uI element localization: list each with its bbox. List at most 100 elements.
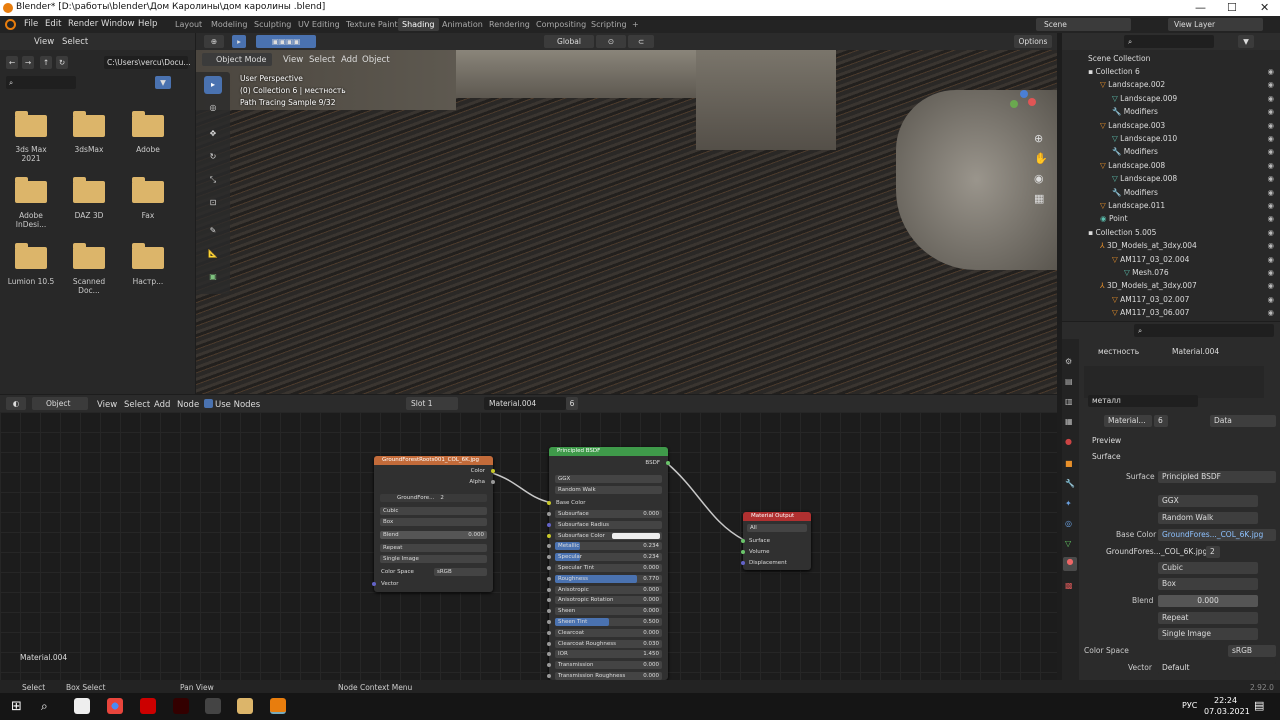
visibility-eye-icon[interactable]: ◉ [1267, 119, 1274, 132]
close-button[interactable]: ✕ [1260, 1, 1269, 14]
bsdf-input-row[interactable]: Clearcoat 0.000 [555, 628, 662, 637]
bsdf-input-socket[interactable] [547, 555, 551, 560]
explorer-icon[interactable] [237, 698, 253, 714]
link-selector[interactable]: Data [1210, 415, 1276, 427]
preview-panel-header[interactable]: Preview [1092, 435, 1121, 447]
bsdf-input-row[interactable]: Sheen Tint 0.500 [555, 618, 662, 626]
surface-socket[interactable] [741, 539, 745, 543]
vp-add-menu[interactable]: Add [341, 55, 357, 65]
tab-modeling[interactable]: Modeling [207, 18, 251, 31]
ne-view-menu[interactable]: View [97, 400, 117, 410]
folder-item[interactable]: Adobe InDesi... [6, 177, 56, 229]
principled-bsdf-node[interactable]: Principled BSDF BSDF GGX Random Walk Bas… [547, 447, 670, 680]
vector-socket[interactable] [372, 582, 376, 586]
vp-view-menu[interactable]: View [283, 55, 303, 65]
camera-app-icon[interactable] [205, 698, 221, 714]
base-color-socket[interactable] [547, 501, 551, 505]
outliner-row[interactable]: ⅄ 3D_Models_at_3dxy.007 ◉ [1062, 279, 1280, 292]
outliner-row[interactable]: ▽ Mesh.076 ◉ [1062, 266, 1280, 279]
folder-item[interactable]: Lumion 10.5 [6, 243, 56, 286]
cursor-tool-icon[interactable]: ◎ [204, 99, 222, 117]
search-icon[interactable]: ⌕ [41, 699, 48, 714]
visibility-eye-icon[interactable]: ◉ [1267, 212, 1274, 225]
add-cube-tool-icon[interactable]: ▣ [204, 268, 222, 286]
pan-hand-icon[interactable]: ✋ [1034, 152, 1048, 165]
zoom-icon[interactable]: ⊕ [1034, 132, 1043, 145]
bsdf-input-socket[interactable] [547, 544, 551, 549]
image-datablock[interactable]: GroundFores..._COL_6K.jpg [1102, 546, 1207, 558]
forward-icon[interactable]: → [22, 56, 34, 69]
outliner-row[interactable]: ▽ AM117_03_02.004 ◉ [1062, 253, 1280, 266]
texture-tab-icon[interactable]: ▩ [1065, 581, 1073, 590]
scale-tool-icon[interactable]: ⤡ [204, 171, 222, 189]
material-output-node[interactable]: Material Output All Surface Volume Displ… [741, 512, 811, 570]
bsdf-input-socket[interactable] [547, 566, 551, 570]
visibility-eye-icon[interactable]: ◉ [1267, 199, 1274, 212]
visibility-eye-icon[interactable]: ◉ [1267, 145, 1274, 158]
outliner-row[interactable]: ▽ Landscape.011 ◉ [1062, 199, 1280, 212]
outliner-row[interactable]: ▽ AM117_03_02.007 ◉ [1062, 293, 1280, 306]
visibility-eye-icon[interactable]: ◉ [1267, 132, 1274, 145]
file-icon[interactable] [74, 698, 90, 714]
folder-item[interactable]: DAZ 3D [64, 177, 114, 220]
extension-field[interactable]: Repeat [1158, 612, 1258, 624]
menu-file[interactable]: File [24, 19, 38, 29]
slot-selector[interactable]: Slot 1 [406, 397, 458, 410]
volume-socket[interactable] [741, 550, 745, 554]
bsdf-input-socket[interactable] [547, 652, 551, 657]
vp-select-menu[interactable]: Select [309, 55, 335, 65]
tab-compositing[interactable]: Compositing [532, 18, 590, 31]
select-box-tool-icon[interactable]: ▸ [204, 76, 222, 94]
view-layer-tab-icon[interactable]: ▦ [1065, 417, 1073, 426]
interpolation-select[interactable]: Cubic [380, 507, 487, 515]
ne-add-menu[interactable]: Add [154, 400, 170, 410]
folder-item[interactable]: Scanned Doc... [64, 243, 114, 295]
visibility-eye-icon[interactable]: ◉ [1267, 306, 1274, 319]
visibility-eye-icon[interactable]: ◉ [1267, 266, 1274, 279]
use-nodes-checkbox[interactable] [204, 399, 213, 408]
tool-tab-icon[interactable]: ⚙ [1065, 357, 1072, 366]
menu-window[interactable]: Window [101, 19, 135, 29]
subsurface-method-field[interactable]: Random Walk [1158, 512, 1258, 524]
outliner-row[interactable]: 🔧 Modifiers ◉ [1062, 105, 1280, 118]
windows-start-icon[interactable]: ⊞ [11, 699, 22, 714]
bsdf-input-row[interactable]: Subsurface 0.000 [555, 510, 662, 518]
physics-tab-icon[interactable]: ◎ [1065, 519, 1072, 528]
outliner-row[interactable]: ⅄ 3D_Models_at_3dxy.004 ◉ [1062, 239, 1280, 252]
modifier-tab-icon[interactable]: 🔧 [1065, 479, 1075, 488]
opera-icon[interactable] [140, 698, 156, 714]
bsdf-input-row[interactable]: Transmission 0.000 [555, 661, 662, 670]
projection-field[interactable]: Box [1158, 578, 1258, 590]
distribution-select[interactable]: GGX [555, 475, 662, 483]
particles-tab-icon[interactable]: ✦ [1065, 499, 1072, 508]
3d-viewport[interactable]: Object Mode View Select Add Object User … [196, 50, 1057, 394]
scene-selector[interactable]: Scene [1036, 18, 1131, 31]
options-menu[interactable]: Options [1014, 35, 1052, 48]
camera-icon[interactable]: ◉ [1034, 172, 1044, 185]
source-select[interactable]: Single Image [380, 555, 487, 563]
surface-shader-field[interactable]: Principled BSDF [1158, 471, 1276, 483]
bsdf-input-row[interactable]: Specular 0.234 [555, 553, 662, 562]
move-tool-icon[interactable]: ✥ [204, 125, 222, 143]
bsdf-input-row[interactable]: Transmission Roughness 0.000 [555, 672, 662, 680]
bsdf-output-socket[interactable] [666, 461, 670, 465]
visibility-eye-icon[interactable]: ◉ [1267, 65, 1274, 78]
select-tool-icon[interactable]: ▸ [232, 35, 246, 48]
outliner-row[interactable]: ▽ Landscape.002 ◉ [1062, 78, 1280, 91]
source-field[interactable]: Single Image [1158, 628, 1258, 640]
refresh-icon[interactable]: ↻ [56, 56, 68, 69]
visibility-eye-icon[interactable]: ◉ [1267, 293, 1274, 306]
slot-filter-input[interactable]: металл [1088, 395, 1198, 407]
outliner-row[interactable]: ▪ Collection 5.005 ◉ [1062, 226, 1280, 239]
rotate-tool-icon[interactable]: ↻ [204, 148, 222, 166]
outliner-row[interactable]: ▽ Landscape.010 ◉ [1062, 132, 1280, 145]
tab-layout[interactable]: Layout [171, 18, 206, 31]
app-icon[interactable] [173, 698, 189, 714]
ne-select-menu[interactable]: Select [124, 400, 150, 410]
z-axis-icon[interactable] [1020, 90, 1028, 98]
data-tab-icon[interactable]: ▽ [1065, 539, 1071, 548]
transform-tool-icon[interactable]: ⊡ [204, 194, 222, 212]
outliner-row[interactable]: ▽ AM117_03_06.007 ◉ [1062, 306, 1280, 319]
color-swatch[interactable] [612, 532, 660, 539]
tab-texture-paint[interactable]: Texture Paint [342, 18, 402, 31]
